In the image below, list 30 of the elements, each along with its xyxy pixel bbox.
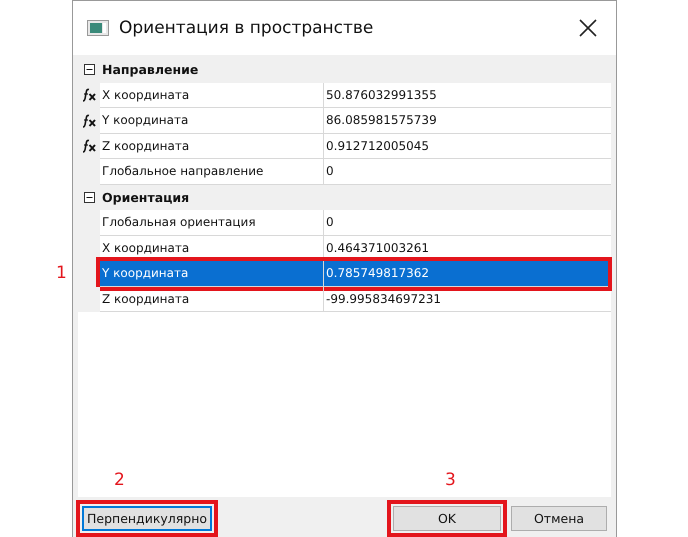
property-name: X координата xyxy=(100,82,324,108)
property-value: 0.785749817362 xyxy=(324,261,611,286)
annotation-number: 1 xyxy=(56,263,67,283)
property-value: 86.085981575739 xyxy=(324,108,611,134)
property-row[interactable]: X координата 50.876032991355 xyxy=(78,82,611,108)
property-value: 0.912712005045 xyxy=(324,134,611,159)
property-name: Глобальная ориентация xyxy=(100,210,324,236)
property-row[interactable]: Y координата 86.085981575739 xyxy=(78,108,611,134)
property-name: Z координата xyxy=(100,134,324,159)
property-name: Y координата xyxy=(100,261,324,286)
annotation-number: 2 xyxy=(114,470,125,490)
property-value: 0 xyxy=(324,210,611,236)
dialog-button[interactable]: OK xyxy=(393,506,501,530)
window-icon xyxy=(87,20,109,36)
collapse-icon[interactable] xyxy=(84,64,94,76)
property-value: -99.995834697231 xyxy=(324,286,611,312)
dialog-button[interactable]: Перпендикулярно xyxy=(82,506,212,530)
annotation-number: 3 xyxy=(445,470,456,490)
window-title: Ориентация в пространстве xyxy=(119,18,374,38)
property-row[interactable]: Z координата -99.995834697231 xyxy=(78,286,611,312)
property-row[interactable]: Глобальная ориентация 0 xyxy=(78,210,611,236)
dialog-button[interactable]: Отмена xyxy=(511,506,607,530)
section-title[interactable]: Ориентация xyxy=(100,184,190,210)
property-row[interactable]: Z координата 0.912712005045 xyxy=(78,134,611,159)
section-title[interactable]: Направление xyxy=(100,57,198,82)
collapse-icon[interactable] xyxy=(84,192,94,203)
close-icon[interactable] xyxy=(578,18,598,38)
property-value: 50.876032991355 xyxy=(324,82,611,108)
property-name: Y координата xyxy=(100,108,324,134)
property-name: Z координата xyxy=(100,286,324,312)
